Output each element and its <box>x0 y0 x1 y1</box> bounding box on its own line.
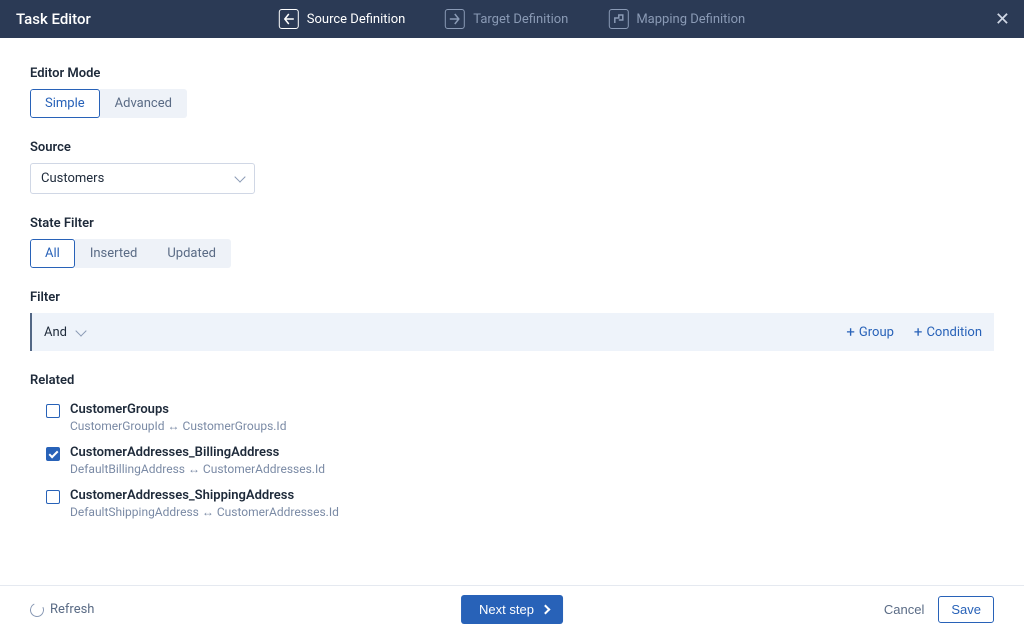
footer-center: Next step <box>461 595 563 624</box>
add-group-label: Group <box>859 325 894 340</box>
wizard-tabs: Source Definition Target Definition Mapp… <box>279 9 745 29</box>
filter-operator-select[interactable]: And <box>44 325 85 340</box>
add-condition-button[interactable]: + Condition <box>914 323 982 341</box>
cancel-button[interactable]: Cancel <box>884 602 924 617</box>
footer-right: Cancel Save <box>884 596 994 623</box>
refresh-label: Refresh <box>50 602 94 617</box>
related-sub: DefaultBillingAddress ↔ CustomerAddresse… <box>70 462 325 476</box>
mode-advanced[interactable]: Advanced <box>100 89 187 118</box>
close-icon[interactable]: ✕ <box>995 9 1010 30</box>
plus-icon: + <box>914 323 923 341</box>
related-checkbox[interactable] <box>46 447 60 461</box>
source-label: Source <box>30 140 994 155</box>
related-body: CustomerGroups CustomerGroupId ↔ Custome… <box>70 402 286 433</box>
refresh-icon <box>28 601 46 619</box>
add-condition-label: Condition <box>926 325 982 340</box>
related-item: CustomerAddresses_ShippingAddress Defaul… <box>30 482 994 525</box>
mode-simple[interactable]: Simple <box>30 89 100 118</box>
source-icon <box>279 9 299 29</box>
chevron-down-icon <box>75 325 86 336</box>
related-sub: CustomerGroupId ↔ CustomerGroups.Id <box>70 419 286 433</box>
target-icon <box>445 9 465 29</box>
source-section: Source Customers <box>30 140 994 194</box>
state-filter-toggle: All Inserted Updated <box>30 239 231 268</box>
state-inserted[interactable]: Inserted <box>75 239 153 268</box>
state-filter-label: State Filter <box>30 216 994 231</box>
filter-section: Filter And + Group + Condition <box>30 290 994 351</box>
related-item: CustomerAddresses_BillingAddress Default… <box>30 439 994 482</box>
editor-mode-section: Editor Mode Simple Advanced <box>30 66 994 118</box>
tab-label: Target Definition <box>473 12 568 27</box>
content-area: Editor Mode Simple Advanced Source Custo… <box>0 38 1024 525</box>
related-item: CustomerGroups CustomerGroupId ↔ Custome… <box>30 396 994 439</box>
filter-operator-value: And <box>44 325 67 340</box>
tab-label: Source Definition <box>307 12 405 27</box>
page-title: Task Editor <box>16 10 91 28</box>
filter-bar: And + Group + Condition <box>30 313 994 351</box>
save-button[interactable]: Save <box>938 596 994 623</box>
related-label: Related <box>30 373 994 388</box>
next-step-button[interactable]: Next step <box>461 595 563 624</box>
state-filter-section: State Filter All Inserted Updated <box>30 216 994 268</box>
related-title: CustomerAddresses_ShippingAddress <box>70 488 339 503</box>
filter-actions: + Group + Condition <box>846 323 982 341</box>
editor-mode-toggle: Simple Advanced <box>30 89 187 118</box>
footer-bar: Refresh Next step Cancel Save <box>0 585 1024 633</box>
chevron-right-icon <box>541 605 551 615</box>
state-updated[interactable]: Updated <box>152 239 231 268</box>
related-body: CustomerAddresses_ShippingAddress Defaul… <box>70 488 339 519</box>
related-title: CustomerAddresses_BillingAddress <box>70 445 325 460</box>
state-all[interactable]: All <box>30 239 75 268</box>
mapping-icon <box>608 9 628 29</box>
related-sub: DefaultShippingAddress ↔ CustomerAddress… <box>70 505 339 519</box>
filter-label: Filter <box>30 290 994 305</box>
related-body: CustomerAddresses_BillingAddress Default… <box>70 445 325 476</box>
related-checkbox[interactable] <box>46 490 60 504</box>
source-value: Customers <box>41 171 104 186</box>
tab-mapping-definition[interactable]: Mapping Definition <box>608 9 745 29</box>
related-checkbox[interactable] <box>46 404 60 418</box>
source-select[interactable]: Customers <box>30 163 255 194</box>
tab-source-definition[interactable]: Source Definition <box>279 9 405 29</box>
tab-label: Mapping Definition <box>636 12 745 27</box>
next-label: Next step <box>479 602 534 617</box>
related-title: CustomerGroups <box>70 402 286 417</box>
add-group-button[interactable]: + Group <box>846 323 894 341</box>
header-bar: Task Editor Source Definition Target Def… <box>0 0 1024 38</box>
chevron-down-icon <box>234 171 245 182</box>
refresh-button[interactable]: Refresh <box>30 602 94 617</box>
related-section: Related CustomerGroups CustomerGroupId ↔… <box>30 373 994 525</box>
editor-mode-label: Editor Mode <box>30 66 994 81</box>
tab-target-definition[interactable]: Target Definition <box>445 9 568 29</box>
plus-icon: + <box>846 323 855 341</box>
